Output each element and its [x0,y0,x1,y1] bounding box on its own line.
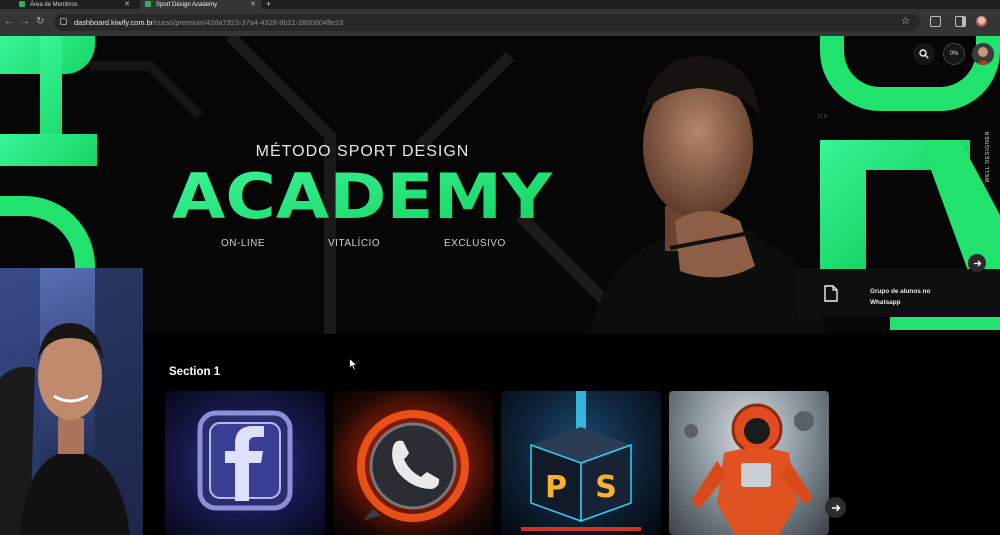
whatsapp-group-card[interactable]: Grupo de alunos no Whatsapp [798,269,1000,317]
document-icon [824,285,838,302]
kiwify-favicon-icon [19,1,25,7]
forward-arrow-icon[interactable]: → [20,15,30,29]
hero-title-text: ACADEMY [172,162,553,228]
bookmark-star-icon[interactable]: ☆ [901,16,910,27]
hero-tag-vitalicio: VITALÍCIO [328,238,381,249]
tab-label: Área de Membros [30,1,78,8]
site-info-icon[interactable] [60,18,67,25]
mouse-cursor-icon [349,358,358,371]
course-card-photoshop[interactable]: P S [501,391,661,535]
course-progress-badge[interactable]: 0% [943,43,965,65]
hero-tag-exclusivo: EXCLUSIVO [444,238,506,249]
arrow-right-icon [973,260,981,266]
extensions-icon[interactable] [930,16,941,27]
browser-profile-avatar[interactable] [976,16,987,27]
search-icon [919,49,929,59]
tab-sport-design-academy[interactable]: Sport Design Academy ✕ [140,0,262,9]
whatsapp-card-arrow-button[interactable] [968,254,986,272]
user-avatar[interactable] [972,43,994,65]
search-button[interactable] [913,43,935,65]
hero-banner: MÉTODO SPORT DESIGN ACADEMY ON-LINE VITA… [0,36,1000,334]
brand-vertical-label: WELL DESIGNER [985,131,991,183]
course-card-facebook[interactable] [165,391,325,535]
photoshop-icon: P S [521,391,641,531]
whatsapp-icon [357,410,469,522]
hero-tag-online: ON-LINE [221,238,266,249]
facebook-icon [197,410,293,511]
astronaut-image [684,403,814,535]
back-arrow-icon[interactable]: ← [4,15,14,29]
webcam-overlay [0,268,143,535]
letter-p: P [545,470,567,505]
browser-toolbar: ← → ↻ dashboard.kiwify.com.br/curso/prem… [0,9,1000,36]
kiwify-favicon-icon [145,1,151,7]
tab-area-de-membros[interactable]: Área de Membros ✕ [14,0,136,9]
instructor-photo [590,56,825,334]
section-title: Section 1 [169,366,221,378]
tab-label: Sport Design Academy [156,1,218,8]
carousel-dots[interactable]: ○○ [818,113,828,120]
url-host: dashboard.kiwify.com.br [74,18,154,27]
url-text[interactable]: dashboard.kiwify.com.br/curso/premium/42… [74,18,343,27]
close-tab-icon[interactable]: ✕ [250,0,256,9]
close-tab-icon[interactable]: ✕ [124,0,130,9]
side-panel-icon[interactable] [955,16,966,27]
arrow-right-icon [831,504,840,511]
course-card-whatsapp[interactable] [333,391,493,535]
tab-strip: Área de Membros ✕ Sport Design Academy ✕… [0,0,1000,9]
letter-s: S [595,470,617,505]
reload-icon[interactable]: ↻ [36,15,44,29]
course-card-astronaut[interactable] [669,391,829,535]
new-tab-icon[interactable]: + [266,0,271,9]
presenter-video [0,268,143,535]
address-bar[interactable]: dashboard.kiwify.com.br/curso/premium/42… [54,14,920,31]
whatsapp-card-label: Grupo de alunos no Whatsapp [870,288,931,306]
avatar-image [972,43,994,65]
hero-title-academy: ACADEMY [172,162,553,228]
url-path: /curso/premium/42da7923-37a4-4328-8b21-2… [153,18,344,27]
carousel-next-button[interactable] [825,497,846,518]
